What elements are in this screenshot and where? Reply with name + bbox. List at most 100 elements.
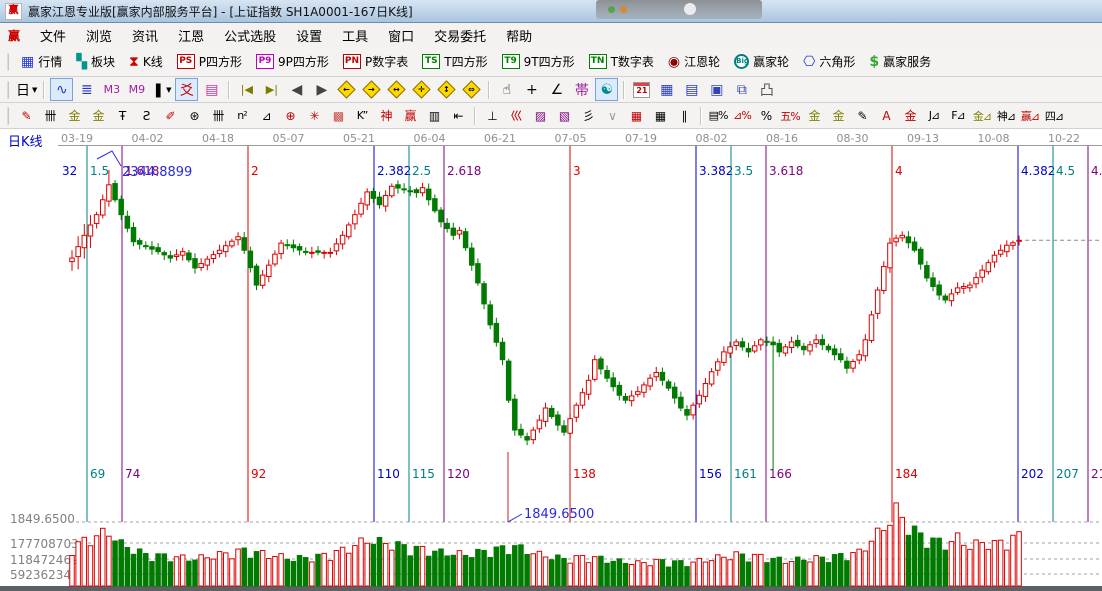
gold-underline-tool[interactable]: 金 <box>899 106 921 126</box>
p-number-table-button[interactable]: PNP数字表 <box>336 50 415 73</box>
rays-box-tool-2[interactable]: ▧ <box>553 106 575 126</box>
menu-item-file[interactable]: 文件 <box>30 24 76 47</box>
f-grid-tool[interactable]: Ŧ <box>111 106 133 126</box>
chip-button[interactable]: 爻 <box>175 78 198 101</box>
network-button[interactable]: ⧉ <box>730 78 753 101</box>
menu-item-settings[interactable]: 设置 <box>286 24 332 47</box>
kline-button[interactable]: ⧗K线 <box>122 50 170 73</box>
period-selector[interactable]: 日▼ <box>15 78 38 101</box>
hexagon-button[interactable]: ⎔六角形 <box>796 50 862 73</box>
gold-lines-tool[interactable]: 金 <box>827 106 849 126</box>
candle-body <box>845 361 850 368</box>
percent-tool[interactable]: % <box>755 106 777 126</box>
abacus-tool[interactable]: ▥ <box>423 106 445 126</box>
winner-service-button[interactable]: $赢家服务 <box>862 50 938 73</box>
gold-circle-tool[interactable]: 金 <box>803 106 825 126</box>
ma3-button[interactable]: M3 <box>100 78 123 101</box>
gold-grid-tool-1[interactable]: 金 <box>63 106 85 126</box>
prev-button[interactable]: ◀ <box>285 78 308 101</box>
h-expand-button[interactable]: ↔ <box>385 78 408 101</box>
next-button[interactable]: ▶ <box>310 78 333 101</box>
angle-ruler-tool[interactable]: ⊿ <box>255 106 277 126</box>
notebook-button[interactable]: ▤ <box>680 78 703 101</box>
menu-item-tools[interactable]: 工具 <box>332 24 378 47</box>
drag-hand-button[interactable]: ☝ <box>495 78 518 101</box>
menu-item-gann[interactable]: 江恩 <box>168 24 214 47</box>
gold-angle-tool[interactable]: 金⊿ <box>971 106 993 126</box>
candle-style-button[interactable]: ❚▼ <box>150 78 173 101</box>
star-web-tool[interactable]: ✳ <box>303 106 325 126</box>
span-ruler-tool[interactable]: ⇤ <box>447 106 469 126</box>
expand-all-button[interactable]: ✛ <box>410 78 433 101</box>
menu-item-news[interactable]: 资讯 <box>122 24 168 47</box>
red-pen-tool[interactable]: ✎ <box>15 106 37 126</box>
9p-square-button[interactable]: P99P四方形 <box>249 50 336 73</box>
ying-grid-tool[interactable]: 赢 <box>399 106 421 126</box>
9t-square-button[interactable]: T99T四方形 <box>495 50 582 73</box>
kline-chart-canvas[interactable]: 日K线 03-1904-0204-1805-0705-2106-0406-210… <box>0 129 1102 591</box>
target-circle-tool[interactable]: ⊕ <box>279 106 301 126</box>
menu-item-browse[interactable]: 浏览 <box>76 24 122 47</box>
shen-grid-tool[interactable]: 神 <box>375 106 397 126</box>
menu-item-help[interactable]: 帮助 <box>496 24 542 47</box>
gann-wheel-button[interactable]: ◉江恩轮 <box>661 50 727 73</box>
time-lines-tool-2[interactable]: 卌 <box>207 106 229 126</box>
time-lines-tool[interactable]: 卌 <box>39 106 61 126</box>
pen-grid-tool[interactable]: ✐ <box>159 106 181 126</box>
angle-button[interactable]: ∠ <box>545 78 568 101</box>
t-square-button[interactable]: TST四方形 <box>415 50 494 73</box>
grid-black-tool[interactable]: ▦ <box>649 106 671 126</box>
first-page-button[interactable]: |◀ <box>235 78 258 101</box>
last-page-button[interactable]: ▶| <box>260 78 283 101</box>
market-quotes-button[interactable]: ▦行情 <box>14 50 69 73</box>
sectors-button[interactable]: ▚板块 <box>69 50 122 73</box>
marker-button[interactable]: 帯 <box>570 78 593 101</box>
five-percent-tool[interactable]: 五% <box>779 106 801 126</box>
volume-profile-button[interactable]: ▤ <box>200 78 223 101</box>
toolbar-grip[interactable] <box>6 81 9 99</box>
red-rays-tool[interactable]: 巛 <box>505 106 527 126</box>
v-expand-button[interactable]: ↕ <box>435 78 458 101</box>
crosshair-button[interactable]: + <box>520 78 543 101</box>
web-box-tool[interactable]: ▩ <box>327 106 349 126</box>
percent-triangle-tool[interactable]: ⊿% <box>731 106 753 126</box>
percent-bars-tool[interactable]: ▤% <box>707 106 729 126</box>
toolbar-grip[interactable] <box>6 53 9 71</box>
menu-item-window[interactable]: 窗口 <box>378 24 424 47</box>
check-lines-tool[interactable]: ∨ <box>601 106 623 126</box>
p-square-button[interactable]: PSP四方形 <box>170 50 249 73</box>
winner-wheel-button[interactable]: Big赢家轮 <box>727 50 796 73</box>
right-angle-tool[interactable]: ⊥ <box>481 106 503 126</box>
wave-button[interactable]: ☯ <box>595 78 618 101</box>
expand-right-button[interactable]: → <box>360 78 383 101</box>
menu-item-trade-entrust[interactable]: 交易委托 <box>424 24 496 47</box>
pen-rays-tool[interactable]: 彡 <box>577 106 599 126</box>
a-waves-tool[interactable]: A <box>875 106 897 126</box>
info-list-button[interactable]: ≣ <box>75 78 98 101</box>
pen-ruler-tool[interactable]: ✎ <box>851 106 873 126</box>
parallel-lines-tool[interactable]: ∥ <box>673 106 695 126</box>
grid-red-tool[interactable]: ▦ <box>625 106 647 126</box>
calendar-button[interactable]: 21 <box>630 78 653 101</box>
t-number-table-button[interactable]: TNT数字表 <box>582 50 661 73</box>
arc-tool[interactable]: Ƨ <box>135 106 157 126</box>
four-angle-tool[interactable]: 四⊿ <box>1043 106 1065 126</box>
shrink-left-button[interactable]: ← <box>335 78 358 101</box>
circle3-tool[interactable]: ⊛ <box>183 106 205 126</box>
k-mark-tool[interactable]: K” <box>351 106 373 126</box>
menu-item-formula-select[interactable]: 公式选股 <box>214 24 286 47</box>
toolbar-grip[interactable] <box>6 107 9 125</box>
shen-angle-tool[interactable]: 神⊿ <box>995 106 1017 126</box>
curve-button[interactable]: ∿ <box>50 78 73 101</box>
n-square-tool[interactable]: n² <box>231 106 253 126</box>
ma9-button[interactable]: M9 <box>125 78 148 101</box>
print-button[interactable]: 凸 <box>755 78 778 101</box>
calculator-button[interactable]: ▦ <box>655 78 678 101</box>
ying-angle-tool[interactable]: 赢⊿ <box>1019 106 1041 126</box>
rays-box-tool-1[interactable]: ▨ <box>529 106 551 126</box>
gold-grid-tool-2[interactable]: 金 <box>87 106 109 126</box>
h-compress-button[interactable]: ⇔ <box>460 78 483 101</box>
j-angle-tool[interactable]: J⊿ <box>923 106 945 126</box>
save-button[interactable]: ▣ <box>705 78 728 101</box>
f-angle-tool[interactable]: F⊿ <box>947 106 969 126</box>
